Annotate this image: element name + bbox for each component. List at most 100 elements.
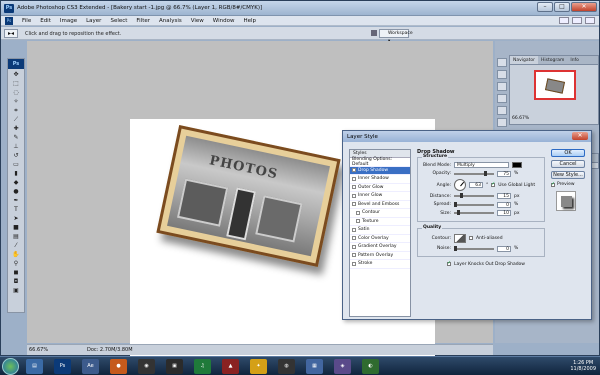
explorer-icon[interactable]: ▤ — [26, 359, 43, 374]
tab-info[interactable]: Info — [567, 56, 582, 64]
app-taskbar-icon[interactable]: Ae — [82, 359, 99, 374]
ok-button[interactable]: OK — [551, 149, 585, 157]
menu-file[interactable]: File — [22, 18, 31, 24]
crop-tool-icon[interactable]: ⌗ — [11, 107, 21, 114]
menu-image[interactable]: Image — [60, 18, 77, 24]
notes-tool-icon[interactable]: ▤ — [11, 233, 21, 240]
style-inner-glow[interactable]: Inner Glow — [350, 192, 410, 201]
style-pattern-overlay[interactable]: Pattern Overlay — [350, 252, 410, 260]
clone-source-icon[interactable] — [497, 118, 507, 127]
layer-comps-icon[interactable] — [497, 106, 507, 115]
angle-dial[interactable] — [454, 179, 466, 191]
shape-tool-icon[interactable]: ■ — [11, 224, 21, 231]
quick-mask-icon[interactable]: ◘ — [11, 278, 21, 285]
noise-input[interactable]: 0 — [497, 245, 511, 252]
style-gradient-overlay[interactable]: Gradient Overlay — [350, 243, 410, 252]
slice-tool-icon[interactable]: ⟋ — [11, 116, 21, 123]
use-global-light-checkbox[interactable] — [491, 181, 495, 187]
style-stroke[interactable]: Stroke — [350, 260, 410, 269]
style-satin[interactable]: Satin — [350, 226, 410, 235]
tab-navigator[interactable]: Navigator — [510, 56, 539, 64]
gradient-tool-icon[interactable]: ▮ — [11, 170, 21, 177]
eyedropper-icon[interactable]: ⁄ — [11, 242, 21, 249]
opacity-input[interactable]: 75 — [497, 170, 511, 177]
spread-input[interactable]: 0 — [497, 201, 511, 208]
menu-edit[interactable]: Edit — [40, 18, 51, 24]
app-icon-7[interactable]: ◍ — [278, 359, 295, 374]
workspace-button[interactable]: Workspace ▾ — [379, 29, 413, 44]
history-brush-icon[interactable]: ↺ — [11, 152, 21, 159]
cancel-button[interactable]: Cancel — [551, 160, 585, 168]
navigator-thumbnail[interactable] — [534, 70, 576, 100]
menu-window[interactable]: Window — [213, 18, 235, 24]
clone-stamp-icon[interactable]: ⊥ — [11, 143, 21, 150]
hand-tool-icon[interactable]: ✋ — [11, 251, 21, 258]
style-texture[interactable]: Texture — [350, 218, 410, 226]
zoom-tool-icon[interactable]: ⚲ — [11, 260, 21, 267]
doc-restore-button[interactable] — [572, 17, 582, 24]
size-slider[interactable] — [454, 210, 494, 216]
lasso-tool-icon[interactable]: ◌ — [11, 89, 21, 96]
menu-help[interactable]: Help — [243, 18, 256, 24]
style-bevel-emboss[interactable]: Bevel and Emboss — [350, 201, 410, 209]
app-icon-8[interactable]: ▦ — [306, 359, 323, 374]
shadow-color-swatch[interactable] — [512, 162, 522, 169]
tab-histogram[interactable]: Histogram — [538, 56, 567, 64]
dodge-tool-icon[interactable]: ● — [11, 188, 21, 195]
menu-filter[interactable]: Filter — [136, 18, 150, 24]
blur-tool-icon[interactable]: ◆ — [11, 179, 21, 186]
app-icon-6[interactable]: ✦ — [250, 359, 267, 374]
anti-aliased-checkbox[interactable] — [469, 236, 473, 240]
app-icon-10[interactable]: ◐ — [362, 359, 379, 374]
dialog-close-button[interactable]: ✕ — [572, 132, 588, 140]
menu-select[interactable]: Select — [110, 18, 127, 24]
app-icon-2[interactable]: ◉ — [138, 359, 155, 374]
distance-input[interactable]: 15 — [497, 193, 511, 200]
angle-input[interactable]: 63 — [469, 182, 483, 188]
opacity-slider[interactable] — [454, 170, 494, 176]
healing-brush-icon[interactable]: ✚ — [11, 125, 21, 132]
distance-slider[interactable] — [454, 193, 494, 199]
app-icon-3[interactable]: ▣ — [166, 359, 183, 374]
eraser-tool-icon[interactable]: ▭ — [11, 161, 21, 168]
style-inner-shadow[interactable]: Inner Shadow — [350, 175, 410, 184]
navigator-zoom[interactable]: 66.67% — [512, 116, 529, 121]
spread-slider[interactable] — [454, 201, 494, 207]
blend-mode-select[interactable]: Multiply — [454, 162, 509, 169]
style-outer-glow[interactable]: Outer Glow — [350, 184, 410, 192]
noise-slider[interactable] — [454, 245, 494, 251]
ps-menu-icon[interactable]: Ps — [5, 16, 13, 25]
style-drop-shadow[interactable]: Drop Shadow — [350, 166, 410, 175]
contour-picker[interactable] — [454, 233, 466, 243]
color-swatches-icon[interactable]: ◼ — [11, 269, 21, 276]
app-icon-9[interactable]: ◈ — [334, 359, 351, 374]
maximize-button[interactable]: □ — [554, 2, 570, 12]
marquee-tool-icon[interactable]: ⬚ — [11, 80, 21, 87]
app-icon-5[interactable]: ▲ — [222, 359, 239, 374]
new-style-button[interactable]: New Style... — [551, 171, 585, 179]
screen-mode-icon[interactable]: ▣ — [11, 287, 21, 294]
zoom-level[interactable]: 66.67% — [29, 347, 48, 353]
magic-wand-icon[interactable]: ✧ — [11, 98, 21, 105]
knockout-checkbox[interactable] — [447, 260, 451, 267]
actions-panel-icon[interactable] — [497, 70, 507, 79]
firefox-icon[interactable]: ● — [110, 359, 127, 374]
style-blending-options[interactable]: Blending Options: Default — [350, 157, 410, 167]
photoshop-taskbar-icon[interactable]: Ps — [54, 359, 71, 374]
size-input[interactable]: 10 — [497, 210, 511, 217]
tool-presets-icon[interactable] — [497, 94, 507, 103]
history-panel-icon[interactable] — [497, 58, 507, 67]
style-contour[interactable]: Contour — [350, 209, 410, 218]
start-button[interactable] — [2, 358, 19, 375]
move-tool-icon[interactable]: ✥ — [11, 71, 21, 78]
pen-tool-icon[interactable]: ✒ — [11, 197, 21, 204]
doc-close-button[interactable] — [585, 17, 595, 24]
doc-minimize-button[interactable] — [559, 17, 569, 24]
brushes-panel-icon[interactable] — [497, 82, 507, 91]
app-icon-4[interactable]: ♫ — [194, 359, 211, 374]
close-button[interactable]: ✕ — [571, 2, 597, 12]
menu-view[interactable]: View — [191, 18, 204, 24]
brush-tool-icon[interactable]: ✎ — [11, 134, 21, 141]
move-tool-preset-icon[interactable]: ▸◂ — [4, 29, 18, 38]
menu-layer[interactable]: Layer — [86, 18, 101, 24]
